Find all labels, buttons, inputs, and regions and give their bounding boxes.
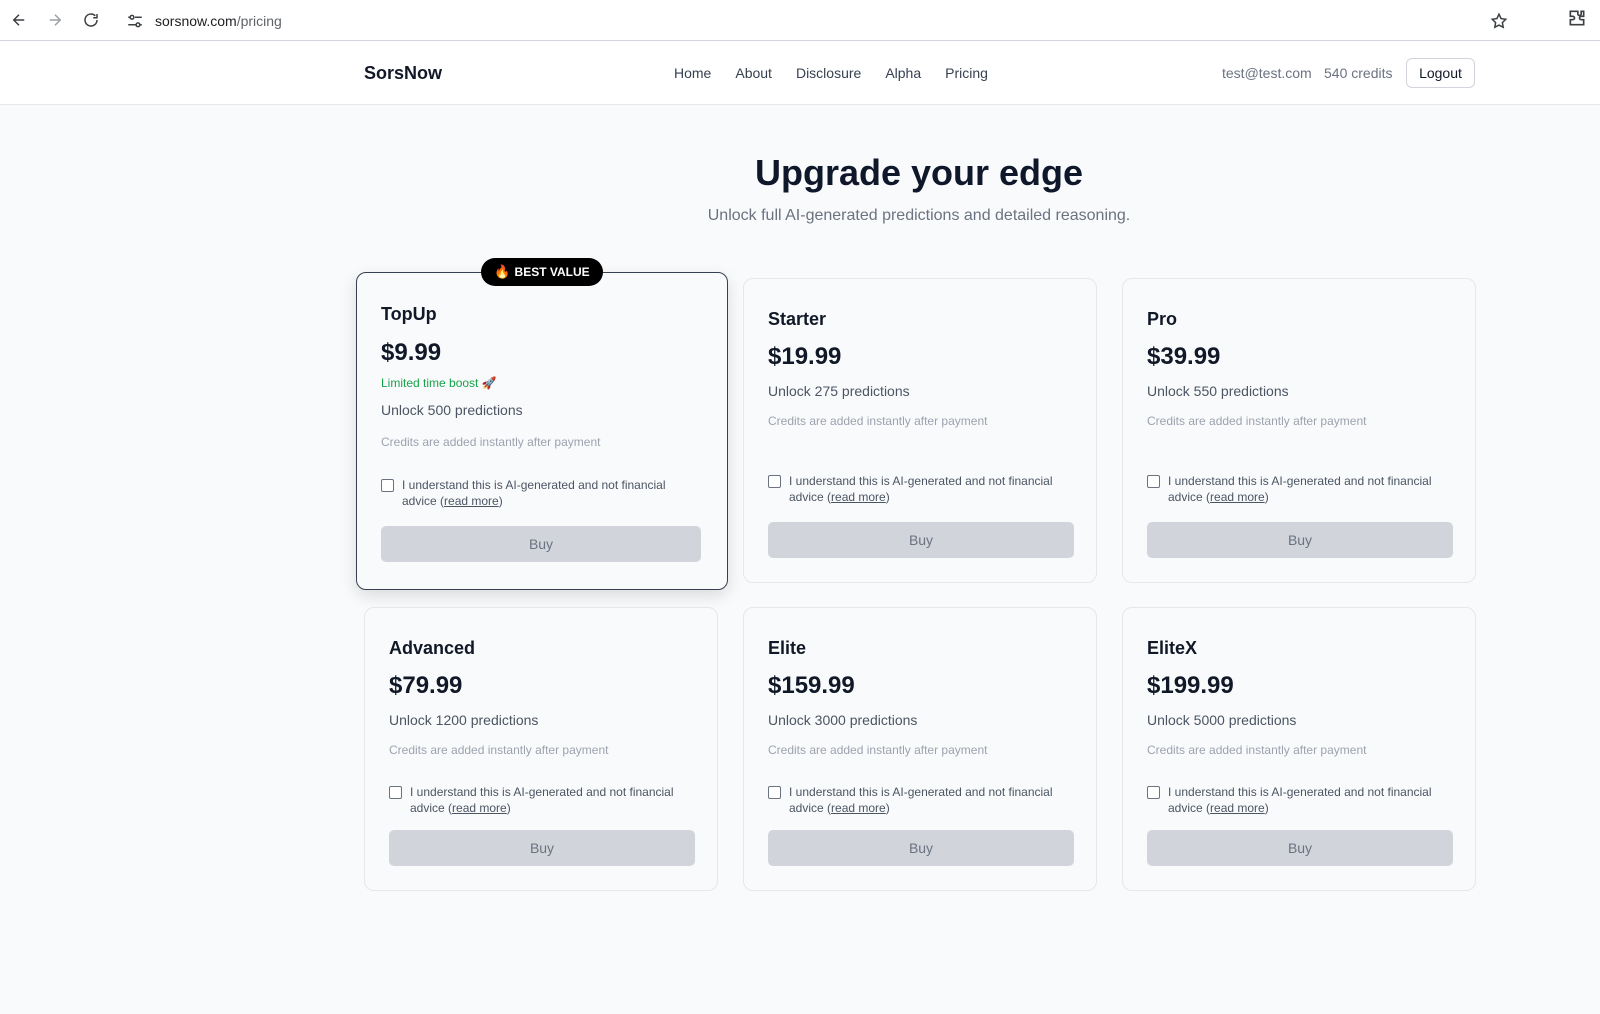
read-more-link[interactable]: read more: [1210, 490, 1265, 504]
plan-card-pro: Pro $39.99 Unlock 550 predictions Credit…: [1122, 278, 1476, 583]
buy-button[interactable]: Buy: [381, 526, 701, 562]
nav-alpha[interactable]: Alpha: [885, 65, 921, 81]
nav-pricing[interactable]: Pricing: [945, 65, 988, 81]
plan-price: $39.99: [1147, 343, 1221, 370]
plan-name: Advanced: [389, 638, 476, 658]
user-email: test@test.com: [1222, 65, 1312, 81]
plan-note: Credits are added instantly after paymen…: [381, 435, 601, 449]
plan-card-elite: Elite $159.99 Unlock 3000 predictions Cr…: [743, 607, 1097, 891]
read-more-link[interactable]: read more: [831, 801, 886, 815]
fire-icon: 🔥: [494, 264, 511, 279]
read-more-link[interactable]: read more: [831, 490, 886, 504]
site-header: SorsNow Home About Disclosure Alpha Pric…: [0, 41, 1600, 105]
plan-note: Credits are added instantly after paymen…: [1147, 743, 1367, 757]
buy-button[interactable]: Buy: [389, 830, 695, 866]
forward-icon[interactable]: [41, 6, 69, 34]
read-more-link[interactable]: read more: [444, 494, 499, 508]
credits-count: 540 credits: [1324, 65, 1393, 81]
page-title: Upgrade your edge: [754, 152, 1084, 193]
best-value-badge: 🔥 BEST VALUE: [481, 258, 603, 286]
plan-name: Elite: [768, 638, 807, 658]
read-more-link[interactable]: read more: [452, 801, 507, 815]
logout-button[interactable]: Logout: [1406, 58, 1475, 88]
plan-boost: Limited time boost 🚀: [381, 376, 497, 390]
plan-name: TopUp: [381, 304, 437, 324]
disclaimer-agree: I understand this is AI-generated and no…: [768, 784, 1074, 816]
disclaimer-checkbox[interactable]: [381, 479, 394, 492]
disclaimer-checkbox[interactable]: [768, 475, 781, 488]
page-subtitle: Unlock full AI-generated predictions and…: [707, 207, 1131, 224]
buy-button[interactable]: Buy: [768, 522, 1074, 558]
plan-note: Credits are added instantly after paymen…: [1147, 414, 1367, 428]
plan-unlock: Unlock 3000 predictions: [768, 712, 918, 728]
plan-price: $9.99: [381, 339, 442, 366]
plan-card-advanced: Advanced $79.99 Unlock 1200 predictions …: [364, 607, 718, 891]
main-nav: Home About Disclosure Alpha Pricing: [674, 65, 988, 81]
plan-price: $199.99: [1147, 672, 1234, 699]
nav-disclosure[interactable]: Disclosure: [796, 65, 861, 81]
buy-button[interactable]: Buy: [1147, 830, 1453, 866]
address-bar[interactable]: sorsnow.com/pricing: [118, 4, 1548, 37]
plan-unlock: Unlock 275 predictions: [768, 383, 910, 399]
plan-card-elitex: EliteX $199.99 Unlock 5000 predictions C…: [1122, 607, 1476, 891]
plan-card-starter: Starter $19.99 Unlock 275 predictions Cr…: [743, 278, 1097, 583]
nav-about[interactable]: About: [735, 65, 772, 81]
reload-icon[interactable]: [77, 6, 105, 34]
plan-name: Starter: [768, 309, 827, 329]
plan-note: Credits are added instantly after paymen…: [768, 743, 988, 757]
plan-note: Credits are added instantly after paymen…: [768, 414, 988, 428]
buy-button[interactable]: Buy: [1147, 522, 1453, 558]
buy-button[interactable]: Buy: [768, 830, 1074, 866]
plan-name: Pro: [1147, 309, 1178, 329]
disclaimer-agree: I understand this is AI-generated and no…: [1147, 784, 1453, 816]
disclaimer-agree: I understand this is AI-generated and no…: [389, 784, 695, 816]
back-icon[interactable]: [5, 6, 33, 34]
plan-unlock: Unlock 5000 predictions: [1147, 712, 1297, 728]
disclaimer-checkbox[interactable]: [389, 786, 402, 799]
brand-logo[interactable]: SorsNow: [364, 63, 442, 84]
plan-note: Credits are added instantly after paymen…: [389, 743, 609, 757]
plan-name: EliteX: [1147, 638, 1198, 658]
read-more-link[interactable]: read more: [1210, 801, 1265, 815]
disclaimer-checkbox[interactable]: [1147, 475, 1160, 488]
plan-price: $159.99: [768, 672, 855, 699]
site-settings-icon[interactable]: [126, 12, 144, 30]
plan-card-topup: TopUp $9.99 Limited time boost 🚀 Unlock …: [356, 272, 728, 590]
plan-unlock: Unlock 1200 predictions: [389, 712, 539, 728]
disclaimer-agree: I understand this is AI-generated and no…: [381, 477, 701, 509]
extensions-icon[interactable]: [1567, 8, 1587, 28]
bookmark-star-icon[interactable]: [1490, 12, 1508, 30]
plan-unlock: Unlock 550 predictions: [1147, 383, 1289, 399]
plan-price: $79.99: [389, 672, 463, 699]
disclaimer-checkbox[interactable]: [1147, 786, 1160, 799]
url-text: sorsnow.com/pricing: [155, 13, 282, 29]
plan-unlock: Unlock 500 predictions: [381, 402, 523, 418]
disclaimer-checkbox[interactable]: [768, 786, 781, 799]
disclaimer-agree: I understand this is AI-generated and no…: [768, 473, 1074, 505]
browser-toolbar: sorsnow.com/pricing: [0, 0, 1600, 41]
disclaimer-agree: I understand this is AI-generated and no…: [1147, 473, 1453, 505]
nav-home[interactable]: Home: [674, 65, 711, 81]
plan-price: $19.99: [768, 343, 842, 370]
